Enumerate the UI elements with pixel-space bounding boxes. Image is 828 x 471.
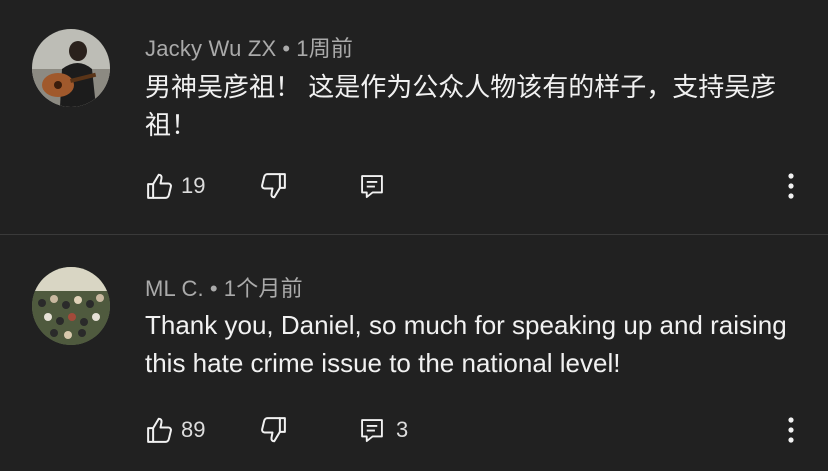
avatar[interactable] (32, 267, 110, 345)
avatar[interactable] (32, 29, 110, 107)
reply-icon (358, 171, 386, 201)
comment-meta: Jacky Wu ZX • 1周前 (145, 31, 353, 63)
meta-separator: • (282, 36, 291, 61)
more-actions-button[interactable] (779, 414, 803, 446)
like-count: 89 (181, 417, 206, 442)
comment-time[interactable]: 1周前 (296, 36, 353, 61)
comment-text: 男神吴彦祖！ 这是作为公众人物该有的样子，支持吴彦祖！ (145, 72, 777, 140)
more-actions-button[interactable] (779, 170, 803, 202)
dislike-button[interactable] (258, 170, 288, 202)
like-button[interactable]: 19 (145, 170, 205, 202)
reply-button[interactable] (358, 170, 392, 202)
thumbs-up-icon (145, 171, 175, 201)
dislike-button[interactable] (258, 414, 288, 446)
comment-time[interactable]: 1个月前 (224, 276, 303, 301)
comment-2: ML C. • 1个月前 Thank you, Daniel, so much fo… (0, 235, 828, 471)
comment-meta: ML C. • 1个月前 (145, 271, 303, 303)
comment-text: Thank you, Daniel, so much for speaking … (145, 310, 787, 378)
comment-1: Jacky Wu ZX • 1周前 男神吴彦祖！ 这是作为公众人物该有的样子，支持吴… (0, 0, 828, 234)
like-button[interactable]: 89 (145, 414, 205, 446)
reply-button[interactable]: 3 (358, 414, 408, 446)
more-vert-icon (779, 414, 803, 446)
more-vert-icon (779, 170, 803, 202)
reply-count: 3 (396, 417, 409, 442)
thumbs-down-icon (258, 171, 288, 201)
author-name[interactable]: ML C. (145, 276, 204, 301)
thumbs-up-icon (145, 415, 175, 445)
author-name[interactable]: Jacky Wu ZX (145, 36, 276, 61)
reply-icon (358, 415, 386, 445)
thumbs-down-icon (258, 415, 288, 445)
meta-separator: • (209, 276, 218, 301)
like-count: 19 (181, 173, 206, 198)
